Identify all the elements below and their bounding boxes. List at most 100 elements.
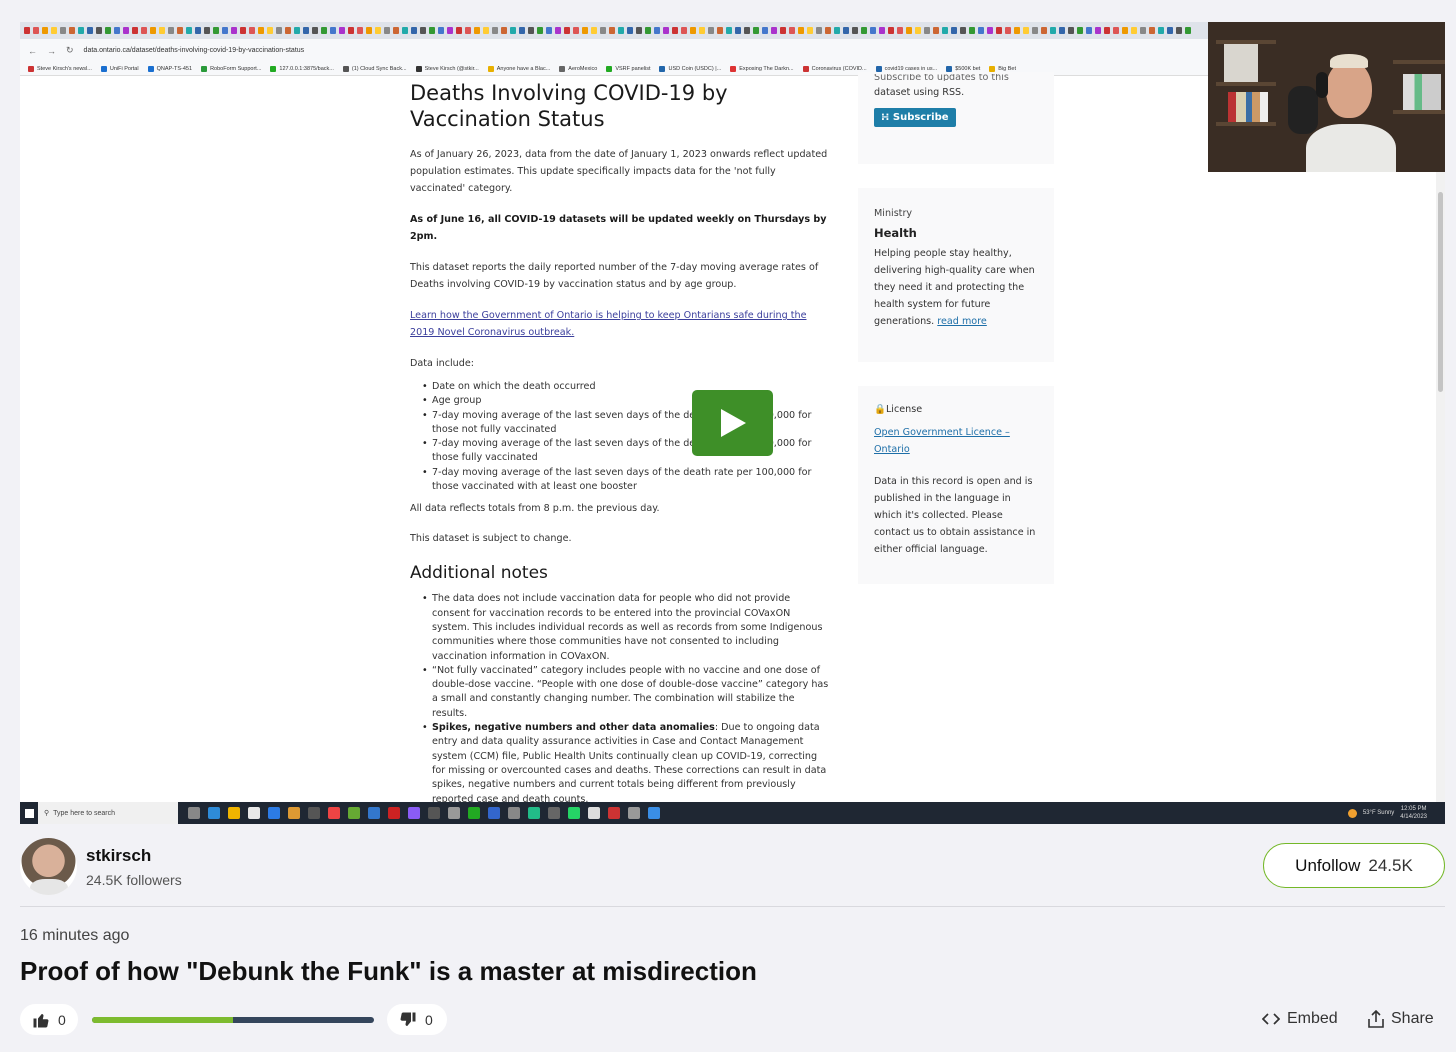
- tab-favicon-icon[interactable]: [645, 27, 651, 34]
- scrollbar-thumb[interactable]: [1438, 192, 1443, 392]
- taskbar-app-icon[interactable]: [368, 807, 380, 819]
- tab-favicon-icon[interactable]: [1068, 27, 1074, 34]
- tab-favicon-icon[interactable]: [681, 27, 687, 34]
- unfollow-button[interactable]: Unfollow 24.5K: [1263, 843, 1445, 888]
- tab-favicon-icon[interactable]: [762, 27, 768, 34]
- tab-favicon-icon[interactable]: [663, 27, 669, 34]
- tab-favicon-icon[interactable]: [1095, 27, 1101, 34]
- tab-favicon-icon[interactable]: [456, 27, 462, 34]
- taskbar-app-icon[interactable]: [568, 807, 580, 819]
- url-text[interactable]: data.ontario.ca/dataset/deaths-involving…: [84, 47, 305, 54]
- tab-favicon-icon[interactable]: [195, 27, 201, 34]
- avatar[interactable]: [20, 838, 77, 895]
- tab-favicon-icon[interactable]: [105, 27, 111, 34]
- tab-favicon-icon[interactable]: [24, 27, 30, 34]
- tab-favicon-icon[interactable]: [618, 27, 624, 34]
- tab-favicon-icon[interactable]: [294, 27, 300, 34]
- forward-icon[interactable]: →: [47, 46, 56, 56]
- tab-favicon-icon[interactable]: [861, 27, 867, 34]
- tab-favicon-icon[interactable]: [87, 27, 93, 34]
- tab-favicon-icon[interactable]: [411, 27, 417, 34]
- tab-favicon-icon[interactable]: [807, 27, 813, 34]
- bookmark-item[interactable]: Exposing The Darkn...: [730, 65, 794, 72]
- bookmark-item[interactable]: $500K bet: [946, 65, 980, 72]
- tab-favicon-icon[interactable]: [465, 27, 471, 34]
- tab-favicon-icon[interactable]: [735, 27, 741, 34]
- reload-icon[interactable]: ↻: [66, 45, 74, 56]
- tab-favicon-icon[interactable]: [978, 27, 984, 34]
- learn-more-link[interactable]: Learn how the Government of Ontario is h…: [410, 310, 807, 338]
- tab-favicon-icon[interactable]: [33, 27, 39, 34]
- back-icon[interactable]: ←: [28, 46, 37, 56]
- taskbar-app-icon[interactable]: [608, 807, 620, 819]
- tab-favicon-icon[interactable]: [825, 27, 831, 34]
- tab-favicon-icon[interactable]: [1032, 27, 1038, 34]
- tab-favicon-icon[interactable]: [348, 27, 354, 34]
- tab-favicon-icon[interactable]: [798, 27, 804, 34]
- tab-favicon-icon[interactable]: [834, 27, 840, 34]
- tab-favicon-icon[interactable]: [60, 27, 66, 34]
- tab-favicon-icon[interactable]: [987, 27, 993, 34]
- tab-favicon-icon[interactable]: [240, 27, 246, 34]
- tab-favicon-icon[interactable]: [1005, 27, 1011, 34]
- tab-favicon-icon[interactable]: [573, 27, 579, 34]
- tab-favicon-icon[interactable]: [285, 27, 291, 34]
- tab-favicon-icon[interactable]: [276, 27, 282, 34]
- tab-favicon-icon[interactable]: [1041, 27, 1047, 34]
- tab-favicon-icon[interactable]: [429, 27, 435, 34]
- taskbar-app-icons[interactable]: [178, 807, 660, 819]
- taskbar-search[interactable]: ⚲ Type here to search: [38, 802, 178, 824]
- tab-favicon-icon[interactable]: [420, 27, 426, 34]
- tab-favicon-icon[interactable]: [96, 27, 102, 34]
- tab-favicon-icon[interactable]: [393, 27, 399, 34]
- tab-favicon-icon[interactable]: [1014, 27, 1020, 34]
- tab-favicon-icon[interactable]: [366, 27, 372, 34]
- tab-favicon-icon[interactable]: [501, 27, 507, 34]
- tab-favicon-icon[interactable]: [186, 27, 192, 34]
- taskbar-app-icon[interactable]: [648, 807, 660, 819]
- tab-favicon-icon[interactable]: [168, 27, 174, 34]
- tab-favicon-icon[interactable]: [492, 27, 498, 34]
- tab-favicon-icon[interactable]: [708, 27, 714, 34]
- bookmark-item[interactable]: VSRF panelist: [606, 65, 650, 72]
- bookmark-item[interactable]: USD Coin (USDC) |...: [659, 65, 721, 72]
- tab-favicon-icon[interactable]: [717, 27, 723, 34]
- tab-favicon-icon[interactable]: [843, 27, 849, 34]
- tab-favicon-icon[interactable]: [582, 27, 588, 34]
- bookmark-item[interactable]: 127.0.0.1:3875/back...: [270, 65, 334, 72]
- tab-favicon-icon[interactable]: [312, 27, 318, 34]
- bookmark-item[interactable]: UniFi Portal: [100, 65, 139, 72]
- tab-favicon-icon[interactable]: [672, 27, 678, 34]
- tab-favicon-icon[interactable]: [519, 27, 525, 34]
- tab-favicon-icon[interactable]: [546, 27, 552, 34]
- tab-favicon-icon[interactable]: [258, 27, 264, 34]
- tab-favicon-icon[interactable]: [114, 27, 120, 34]
- tab-favicon-icon[interactable]: [1176, 27, 1182, 34]
- tab-favicon-icon[interactable]: [1149, 27, 1155, 34]
- tab-favicon-icon[interactable]: [447, 27, 453, 34]
- tab-favicon-icon[interactable]: [870, 27, 876, 34]
- tab-favicon-icon[interactable]: [924, 27, 930, 34]
- browser-address-bar[interactable]: ← → ↻ data.ontario.ca/dataset/deaths-inv…: [20, 39, 1208, 62]
- bookmark-item[interactable]: RoboForm Support...: [201, 65, 261, 72]
- taskbar-app-icon[interactable]: [408, 807, 420, 819]
- tab-favicon-icon[interactable]: [906, 27, 912, 34]
- tab-favicon-icon[interactable]: [339, 27, 345, 34]
- tab-favicon-icon[interactable]: [375, 27, 381, 34]
- tab-favicon-icon[interactable]: [1113, 27, 1119, 34]
- tab-favicon-icon[interactable]: [330, 27, 336, 34]
- bookmark-item[interactable]: Steve Kirsch's newsl...: [28, 65, 92, 72]
- tab-favicon-icon[interactable]: [1077, 27, 1083, 34]
- tab-favicon-icon[interactable]: [960, 27, 966, 34]
- tab-favicon-icon[interactable]: [1086, 27, 1092, 34]
- tab-favicon-icon[interactable]: [402, 27, 408, 34]
- tab-favicon-icon[interactable]: [555, 27, 561, 34]
- tab-favicon-icon[interactable]: [303, 27, 309, 34]
- tab-favicon-icon[interactable]: [816, 27, 822, 34]
- tab-favicon-icon[interactable]: [1131, 27, 1137, 34]
- taskbar-app-icon[interactable]: [248, 807, 260, 819]
- taskbar-app-icon[interactable]: [288, 807, 300, 819]
- tab-favicon-icon[interactable]: [591, 27, 597, 34]
- tab-favicon-icon[interactable]: [1167, 27, 1173, 34]
- browser-tab-strip[interactable]: [20, 22, 1208, 39]
